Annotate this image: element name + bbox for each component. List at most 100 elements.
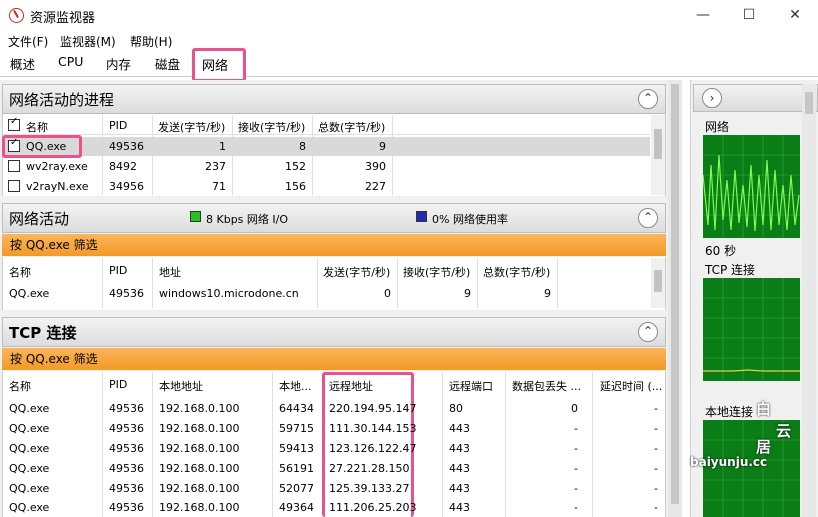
minimize-button[interactable]: —	[680, 0, 726, 30]
tcp-lport: 49364	[279, 501, 314, 514]
tcp-local: 192.168.0.100	[159, 501, 240, 514]
tcp-name: QQ.exe	[9, 482, 50, 495]
col-remote-port[interactable]: 远程端口	[449, 378, 493, 394]
col-total[interactable]: 总数(字节/秒)	[318, 119, 385, 135]
col-packet-loss[interactable]: 数据包丢失 ...	[512, 378, 581, 394]
tcp-remote: 111.206.25.203	[329, 501, 417, 514]
col-send[interactable]: 发送(字节/秒)	[323, 264, 390, 280]
processes-scrollbar[interactable]	[651, 115, 665, 195]
process-checkbox[interactable]	[8, 180, 20, 192]
tcp-loss: -	[574, 501, 578, 514]
col-divider	[152, 372, 153, 517]
expand-chevron-right-icon[interactable]: ›	[702, 88, 722, 108]
tab-memory[interactable]: 内存	[106, 54, 131, 73]
watermark-url: baiyunju.cc	[690, 455, 768, 469]
tcp-rport: 443	[449, 501, 470, 514]
tcp-pid: 49536	[109, 501, 144, 514]
tcp-latency: -	[654, 422, 658, 435]
tcp-loss: -	[574, 442, 578, 455]
network-activity-header[interactable]	[2, 203, 666, 233]
activity-name: QQ.exe	[9, 287, 50, 300]
select-all-checkbox[interactable]: ✓	[8, 116, 20, 131]
col-recv[interactable]: 接收(字节/秒)	[238, 119, 305, 135]
activity-total: 9	[544, 287, 551, 300]
col-recv[interactable]: 接收(字节/秒)	[403, 264, 470, 280]
col-name[interactable]: 名称	[9, 264, 31, 280]
col-local-address[interactable]: 本地地址	[159, 378, 203, 394]
tcp-local: 192.168.0.100	[159, 482, 240, 495]
activity-scrollbar[interactable]	[651, 258, 665, 308]
process-total: 227	[365, 180, 386, 193]
process-total: 390	[365, 160, 386, 173]
tcp-loss: -	[574, 482, 578, 495]
usage-legend-swatch	[416, 211, 427, 222]
filter-bar: 按 QQ.exe 筛选	[2, 348, 666, 370]
collapse-chevron-up-icon[interactable]: ⌃	[638, 208, 658, 228]
col-divider	[317, 258, 318, 308]
col-pid[interactable]: PID	[109, 264, 127, 277]
menu-monitor[interactable]: 监视器(M)	[60, 33, 116, 50]
process-checkbox[interactable]	[8, 160, 20, 172]
process-send: 1	[219, 140, 226, 153]
col-total[interactable]: 总数(字节/秒)	[483, 264, 550, 280]
menu-help[interactable]: 帮助(H)	[130, 33, 172, 50]
tcp-rport: 80	[449, 402, 463, 415]
tab-disk[interactable]: 磁盘	[155, 54, 180, 73]
processes-section-title: 网络活动的进程	[9, 91, 115, 109]
graph-network-label: 网络	[705, 120, 730, 134]
activity-address: windows10.microdone.cn	[159, 287, 299, 300]
col-divider	[592, 372, 593, 517]
col-latency[interactable]: 延迟时间 (...	[600, 378, 662, 394]
process-pid: 49536	[109, 140, 144, 153]
tcp-local: 192.168.0.100	[159, 442, 240, 455]
close-button[interactable]: ✕	[772, 0, 818, 30]
tcp-local: 192.168.0.100	[159, 402, 240, 415]
tab-cpu[interactable]: CPU	[58, 54, 83, 69]
tcp-lport: 56191	[279, 462, 314, 475]
graph-local-label: 本地连接	[705, 405, 754, 419]
col-divider	[397, 258, 398, 308]
col-divider	[557, 258, 558, 308]
main-scrollbar[interactable]	[668, 80, 682, 517]
tcp-connections-graph	[703, 278, 800, 381]
col-pid[interactable]: PID	[109, 119, 127, 132]
col-name[interactable]: 名称	[9, 378, 31, 394]
right-scrollbar[interactable]	[802, 84, 816, 517]
col-send[interactable]: 发送(字节/秒)	[158, 119, 225, 135]
tcp-local: 192.168.0.100	[159, 462, 240, 475]
tcp-loss: 0	[571, 402, 578, 415]
col-divider	[442, 372, 443, 517]
tcp-pid: 49536	[109, 462, 144, 475]
process-recv: 152	[285, 160, 306, 173]
watermark-char: 白	[756, 400, 772, 418]
tcp-rport: 443	[449, 462, 470, 475]
tcp-latency: -	[654, 442, 658, 455]
col-name[interactable]: 名称	[26, 119, 48, 135]
activity-send: 0	[384, 287, 391, 300]
tcp-name: QQ.exe	[9, 501, 50, 514]
watermark-char: 居	[756, 438, 772, 456]
graph-tcp-label: TCP 连接	[705, 263, 756, 277]
tcp-lport: 59715	[279, 422, 314, 435]
tcp-remote: 220.194.95.147	[329, 402, 417, 415]
collapse-chevron-up-icon[interactable]: ⌃	[638, 322, 658, 342]
col-pid[interactable]: PID	[109, 378, 127, 391]
process-name: QQ.exe	[26, 140, 67, 153]
process-checkbox[interactable]: ✓	[8, 137, 20, 152]
tcp-section-header[interactable]	[2, 317, 666, 347]
tcp-name: QQ.exe	[9, 462, 50, 475]
menu-file[interactable]: 文件(F)	[8, 33, 48, 50]
tab-network[interactable]: 网络	[202, 55, 228, 74]
tcp-local: 192.168.0.100	[159, 422, 240, 435]
activity-pid: 49536	[109, 287, 144, 300]
tab-overview[interactable]: 概述	[10, 54, 35, 73]
maximize-button[interactable]: ☐	[726, 0, 772, 30]
col-divider	[505, 372, 506, 517]
tcp-remote: 123.126.122.47	[329, 442, 417, 455]
col-local-port[interactable]: 本地...	[279, 378, 312, 394]
graph-time-label: 60 秒	[705, 244, 737, 258]
window-title: 资源监视器	[30, 11, 96, 26]
col-address[interactable]: 地址	[159, 264, 181, 280]
collapse-chevron-up-icon[interactable]: ⌃	[638, 89, 658, 109]
col-divider	[272, 372, 273, 517]
